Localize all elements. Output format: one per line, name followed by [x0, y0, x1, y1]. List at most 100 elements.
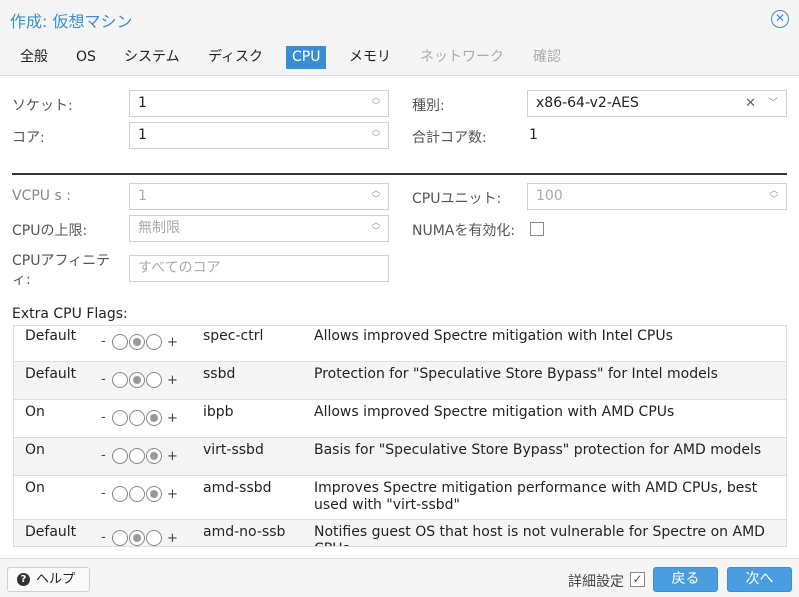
cpuunits-input[interactable]: 100 ︿ ﹀ [527, 183, 787, 210]
radio-off[interactable] [112, 486, 128, 502]
affinity-label: CPUアフィニティ: [12, 253, 111, 288]
flag-name: ssbd [203, 366, 236, 382]
flag-toggle: - + [101, 370, 181, 390]
radio-default[interactable] [129, 410, 145, 426]
flag-state: Default [25, 366, 77, 382]
total-cores-label: 合計コア数: [412, 130, 487, 146]
plus-icon: + [167, 335, 178, 350]
spinner-icon[interactable]: ︿ ﹀ [370, 126, 382, 145]
flag-name: amd-no-ssb [203, 524, 286, 540]
radio-on[interactable] [146, 530, 162, 546]
flag-description: Notifies guest OS that host is not vulne… [314, 524, 765, 546]
flag-row: On - + amd-ssbd Improves Spectre mitigat… [14, 476, 786, 520]
affinity-placeholder: すべてのコア [138, 260, 221, 276]
flag-row: Default - + ssbd Protection for "Specula… [14, 362, 786, 400]
radio-default[interactable] [129, 448, 145, 464]
flag-toggle: - + [101, 446, 181, 466]
radio-default[interactable] [129, 334, 145, 350]
minus-icon: - [101, 530, 106, 545]
tab-disk[interactable]: ディスク [202, 46, 269, 69]
back-button[interactable]: 戻る [653, 567, 718, 592]
radio-off[interactable] [112, 372, 128, 388]
cpulimit-value: 無制限 [138, 220, 180, 236]
radio-default[interactable] [129, 530, 145, 546]
flag-row: On - + virt-ssbd Basis for "Speculative … [14, 438, 786, 476]
numa-label: NUMAを有効化: [412, 223, 516, 239]
cores-input[interactable]: 1 ︿ ﹀ [129, 122, 389, 149]
flag-row: Default - + spec-ctrl Allows improved Sp… [14, 326, 786, 362]
radio-default[interactable] [129, 486, 145, 502]
minus-icon: - [101, 486, 106, 501]
radio-off[interactable] [112, 530, 128, 546]
flag-toggle: - + [101, 408, 181, 428]
numa-checkbox[interactable] [530, 222, 544, 236]
tab-system[interactable]: システム [118, 46, 186, 69]
cpuunits-label: CPUユニット: [412, 191, 502, 207]
dialog-footer: ? ヘルプ 詳細設定 ✓ 戻る 次へ [0, 558, 799, 597]
flag-description: Protection for "Speculative Store Bypass… [314, 366, 718, 382]
cpulimit-label: CPUの上限: [12, 223, 88, 239]
radio-on[interactable] [146, 486, 162, 502]
spinner-icon[interactable]: ︿ ﹀ [370, 187, 382, 206]
section-divider [12, 173, 787, 175]
flag-name: spec-ctrl [203, 328, 264, 344]
close-icon[interactable]: ✕ [771, 10, 789, 28]
radio-on[interactable] [146, 448, 162, 464]
vcpus-input[interactable]: 1 ︿ ﹀ [129, 183, 389, 210]
flag-row: On - + ibpb Allows improved Spectre miti… [14, 400, 786, 438]
cores-label: コア: [12, 130, 45, 146]
flag-toggle: - + [101, 332, 181, 352]
radio-on[interactable] [146, 334, 162, 350]
total-cores-value: 1 [529, 127, 538, 143]
flag-state: Default [25, 524, 77, 540]
spinner-icon[interactable]: ︿ ﹀ [370, 219, 382, 238]
help-label: ヘルプ [36, 572, 76, 587]
flag-toggle: - + [101, 484, 181, 504]
tab-os[interactable]: OS [70, 46, 102, 69]
vcpus-label: VCPU s : [12, 188, 71, 204]
radio-off[interactable] [112, 410, 128, 426]
advanced-label: 詳細設定 [568, 574, 624, 590]
flag-name: amd-ssbd [203, 480, 272, 496]
cpuunits-value: 100 [536, 188, 563, 204]
flag-description: Allows improved Spectre mitigation with … [314, 328, 673, 344]
cpu-type-select[interactable]: x86-64-v2-AES ✕ ﹀ [527, 90, 787, 117]
tab-general[interactable]: 全般 [14, 46, 54, 69]
tab-bar: 全般 OS システム ディスク CPU メモリ ネットワーク 確認 [0, 38, 799, 76]
flag-state: Default [25, 328, 77, 344]
help-button[interactable]: ? ヘルプ [7, 567, 90, 592]
tab-memory[interactable]: メモリ [343, 46, 397, 69]
radio-off[interactable] [112, 334, 128, 350]
sockets-label: ソケット: [12, 98, 73, 114]
radio-on[interactable] [146, 410, 162, 426]
minus-icon: - [101, 410, 106, 425]
cores-value: 1 [138, 127, 147, 143]
spinner-icon[interactable]: ︿ ﹀ [370, 94, 382, 113]
next-button[interactable]: 次へ [727, 567, 792, 592]
flag-name: virt-ssbd [203, 442, 264, 458]
dialog-title: 作成: 仮想マシン [10, 12, 133, 31]
dialog-titlebar: 作成: 仮想マシン ✕ [0, 0, 799, 38]
clear-icon[interactable]: ✕ [745, 91, 756, 116]
sockets-input[interactable]: 1 ︿ ﹀ [129, 90, 389, 117]
affinity-input[interactable]: すべてのコア [129, 255, 389, 282]
radio-default[interactable] [129, 372, 145, 388]
flag-description: Allows improved Spectre mitigation with … [314, 404, 675, 420]
question-icon: ? [17, 573, 30, 586]
chevron-down-icon[interactable]: ﹀ [768, 91, 778, 116]
spinner-icon[interactable]: ︿ ﹀ [768, 187, 780, 206]
plus-icon: + [167, 449, 178, 464]
plus-icon: + [167, 373, 178, 388]
radio-off[interactable] [112, 448, 128, 464]
advanced-checkbox[interactable]: ✓ [630, 572, 645, 587]
tab-cpu[interactable]: CPU [286, 46, 327, 69]
flag-description: Improves Spectre mitigation performance … [314, 480, 758, 513]
plus-icon: + [167, 531, 178, 546]
flag-row: Default - + amd-no-ssb Notifies guest OS… [14, 520, 786, 546]
flag-name: ibpb [203, 404, 234, 420]
sockets-value: 1 [138, 95, 147, 111]
tab-confirm: 確認 [533, 49, 561, 65]
cpulimit-input[interactable]: 無制限 ︿ ﹀ [129, 215, 389, 242]
flag-toggle: - + [101, 528, 181, 546]
radio-on[interactable] [146, 372, 162, 388]
